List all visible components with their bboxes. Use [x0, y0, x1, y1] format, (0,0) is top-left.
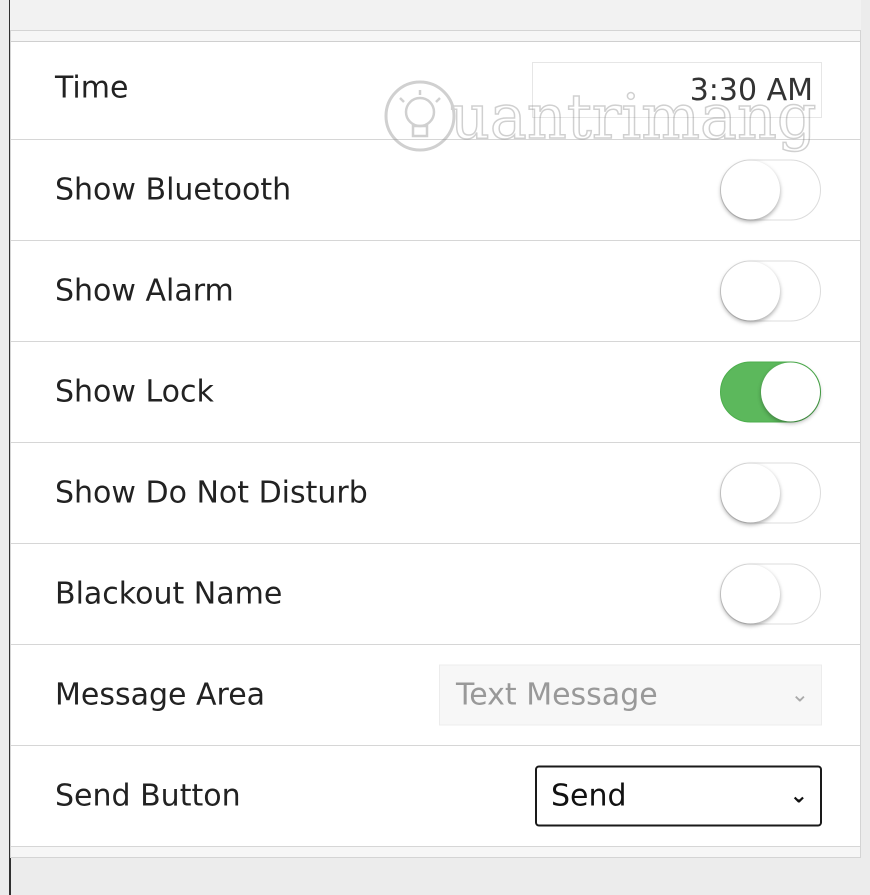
message-area-label: Message Area [55, 677, 266, 713]
toggle-knob [721, 261, 780, 321]
toggle-knob [721, 160, 780, 220]
chevron-down-icon: ⌄ [789, 783, 808, 809]
show-bluetooth-label: Show Bluetooth [55, 172, 292, 208]
time-label: Time [55, 70, 129, 106]
toggle-knob [721, 463, 780, 523]
send-button-select[interactable]: Send ⌄ [535, 765, 822, 827]
toggle-knob [721, 564, 780, 624]
setting-row-send-button: Send Button Send ⌄ [11, 746, 860, 847]
settings-panel: Time 3:30 AM Show Bluetooth Show Alarm S… [10, 30, 861, 858]
send-button-label: Send Button [55, 778, 241, 814]
setting-row-time: Time 3:30 AM [11, 42, 860, 140]
settings-list: Time 3:30 AM Show Bluetooth Show Alarm S… [11, 41, 860, 847]
blackout-name-toggle[interactable] [720, 563, 821, 625]
setting-row-blackout-name: Blackout Name [11, 544, 860, 645]
show-do-not-disturb-label: Show Do Not Disturb [55, 475, 368, 511]
setting-row-show-alarm: Show Alarm [11, 241, 860, 342]
message-area-value: Text Message [456, 677, 658, 713]
setting-row-show-do-not-disturb: Show Do Not Disturb [11, 443, 860, 544]
setting-row-show-bluetooth: Show Bluetooth [11, 140, 860, 241]
send-button-value: Send [551, 778, 627, 814]
message-area-select: Text Message ⌄ [439, 664, 822, 726]
show-lock-label: Show Lock [55, 374, 214, 410]
show-alarm-toggle[interactable] [720, 260, 821, 322]
blackout-name-label: Blackout Name [55, 576, 283, 612]
setting-row-show-lock: Show Lock [11, 342, 860, 443]
chevron-down-icon: ⌄ [790, 682, 809, 708]
toggle-knob [761, 362, 820, 422]
show-bluetooth-toggle[interactable] [720, 159, 821, 221]
show-lock-toggle[interactable] [720, 361, 821, 423]
time-field[interactable]: 3:30 AM [532, 62, 822, 118]
show-alarm-label: Show Alarm [55, 273, 234, 309]
show-do-not-disturb-toggle[interactable] [720, 462, 821, 524]
setting-row-message-area: Message Area Text Message ⌄ [11, 645, 860, 746]
top-strip [10, 0, 861, 31]
